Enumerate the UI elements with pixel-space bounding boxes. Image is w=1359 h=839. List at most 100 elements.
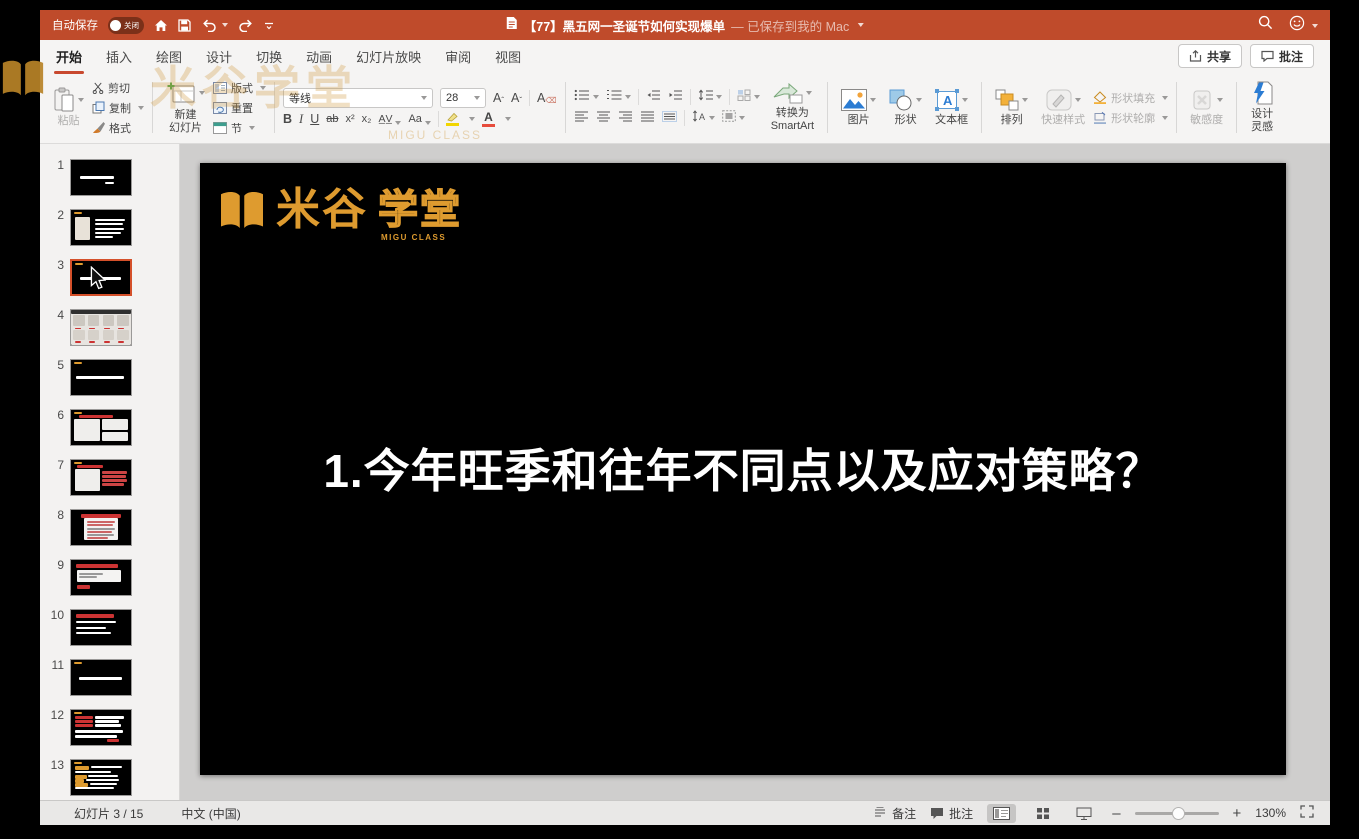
copy-button[interactable]: 复制 [92,99,144,116]
layout-button[interactable]: 版式 [213,79,266,96]
fit-slide-button[interactable] [1300,805,1314,821]
arrange-dropdown-icon[interactable] [1022,97,1029,102]
picture-dropdown-icon[interactable] [870,97,877,102]
title-dropdown-icon[interactable] [858,23,865,27]
convert-smartart-button[interactable]: 转换为 SmartArt [766,82,819,132]
new-slide-dropdown-icon[interactable] [199,91,205,96]
copy-dropdown-icon[interactable] [138,105,144,110]
slide-thumbnail-8[interactable] [70,509,132,546]
language-indicator[interactable]: 中文 (中国) [181,805,240,822]
tab-视图[interactable]: 视图 [495,47,521,66]
slide-thumbnail-5[interactable] [70,359,132,396]
numbering-icon[interactable] [606,88,631,106]
tab-插入[interactable]: 插入 [106,47,132,66]
shape-outline-button[interactable]: 形状轮廓 [1093,109,1169,126]
shape-fill-button[interactable]: 形状填充 [1093,89,1169,106]
slide-thumbnail-7[interactable] [70,459,132,496]
feedback-smiley-icon[interactable] [1289,15,1318,36]
textbox-button[interactable]: A 文本框 [930,88,973,127]
strikethrough-icon[interactable]: ab [326,113,338,125]
bullets-icon[interactable] [574,88,599,106]
font-name-select[interactable]: 等线 [283,88,433,108]
line-spacing-icon[interactable] [698,88,722,106]
tab-幻灯片放映[interactable]: 幻灯片放映 [356,47,421,66]
increase-indent-icon[interactable] [668,88,683,106]
tab-审阅[interactable]: 审阅 [445,47,471,66]
sensitivity-dropdown-icon[interactable] [1217,97,1224,102]
paste-button[interactable]: 粘贴 [48,87,89,128]
save-icon[interactable] [178,18,191,32]
arrange-button[interactable]: 排列 [990,89,1033,127]
shape-outline-dropdown-icon[interactable] [1162,115,1169,120]
slide-thumbnail-12[interactable] [70,709,132,746]
change-case-icon[interactable]: Aa [408,113,431,125]
slide-thumbnail-1[interactable] [70,159,132,196]
slide-thumbnail-panel[interactable]: 1 2 3 4 5 6 7 8 9 10 11 12 13 [40,144,180,800]
smiley-dropdown-icon[interactable] [1312,24,1318,29]
font-color-icon[interactable]: A [481,111,495,127]
shapes-dropdown-icon[interactable] [916,97,923,102]
distribute-icon[interactable] [661,109,677,127]
decrease-font-icon[interactable]: Aˇ [511,91,522,105]
new-slide-button[interactable]: 新建 幻灯片 [161,81,210,134]
notes-button[interactable]: 备注 [873,805,916,822]
cut-button[interactable]: 剪切 [92,79,144,96]
picture-button[interactable]: 图片 [836,88,881,127]
section-dropdown-icon[interactable] [249,125,255,130]
slide-thumbnail-11[interactable] [70,659,132,696]
align-right-icon[interactable] [618,109,633,127]
slide-thumbnail-9[interactable] [70,559,132,596]
smartart-dropdown-icon[interactable] [805,91,812,96]
paste-dropdown-icon[interactable] [78,97,84,102]
slide-canvas[interactable]: 米谷 学堂 MIGU CLASS 1.今年旺季和往年不同点以及应对策略？ [200,163,1286,775]
underline-icon[interactable]: U [310,112,319,126]
design-ideas-button[interactable]: 设计 灵感 [1245,81,1279,133]
highlight-color-icon[interactable] [445,112,459,126]
undo-dropdown-icon[interactable] [222,23,228,27]
home-icon[interactable] [154,19,168,32]
clear-formatting-icon[interactable]: A ⌫ [537,91,557,105]
comments-status-button[interactable]: 批注 [930,805,973,822]
subscript-icon[interactable]: x₂ [362,113,372,125]
columns-icon[interactable] [737,88,760,106]
align-left-icon[interactable] [574,109,589,127]
text-direction-icon[interactable]: A [692,109,715,127]
tab-绘图[interactable]: 绘图 [156,47,182,66]
tab-设计[interactable]: 设计 [206,47,232,66]
justify-icon[interactable] [640,109,655,127]
zoom-out-button[interactable]: – [1112,806,1120,821]
normal-view-button[interactable] [987,803,1017,823]
slide-thumbnail-6[interactable] [70,409,132,446]
section-button[interactable]: 节 [213,119,266,136]
textbox-dropdown-icon[interactable] [962,97,969,102]
autosave-toggle[interactable]: 关闭 [108,16,144,34]
superscript-icon[interactable]: x² [345,113,354,125]
align-center-icon[interactable] [596,109,611,127]
slide-sorter-view-button[interactable] [1030,804,1056,823]
highlight-dropdown-icon[interactable] [468,117,475,121]
slide-thumbnail-2[interactable] [70,209,132,246]
undo-icon[interactable] [201,19,228,32]
font-size-select[interactable]: 28 [440,88,486,108]
format-painter-button[interactable]: 格式 [92,119,144,136]
quick-styles-dropdown-icon[interactable] [1074,97,1081,102]
slide-thumbnail-4[interactable] [70,309,132,346]
zoom-slider[interactable] [1134,806,1219,820]
zoom-level[interactable]: 130% [1255,806,1286,820]
quick-styles-button[interactable]: 快速样式 [1036,89,1090,127]
slideshow-view-button[interactable] [1070,804,1098,823]
shape-fill-dropdown-icon[interactable] [1162,95,1169,100]
document-title-area[interactable]: 【77】黑五网一圣诞节如何实现爆单 — 已保存到我的 Mac [506,16,865,35]
tab-开始[interactable]: 开始 [53,47,85,74]
zoom-slider-thumb[interactable] [1172,806,1186,820]
italic-icon[interactable]: I [299,112,303,127]
shapes-button[interactable]: 形状 [884,89,927,127]
slide-thumbnail-13[interactable] [70,759,132,796]
increase-font-icon[interactable]: Aˆ [493,91,504,105]
comments-button[interactable]: 批注 [1249,44,1314,68]
zoom-in-button[interactable]: + [1233,806,1242,821]
tab-动画[interactable]: 动画 [306,47,332,66]
slide-thumbnail-10[interactable] [70,609,132,646]
decrease-indent-icon[interactable] [646,88,661,106]
redo-icon[interactable] [238,19,254,32]
